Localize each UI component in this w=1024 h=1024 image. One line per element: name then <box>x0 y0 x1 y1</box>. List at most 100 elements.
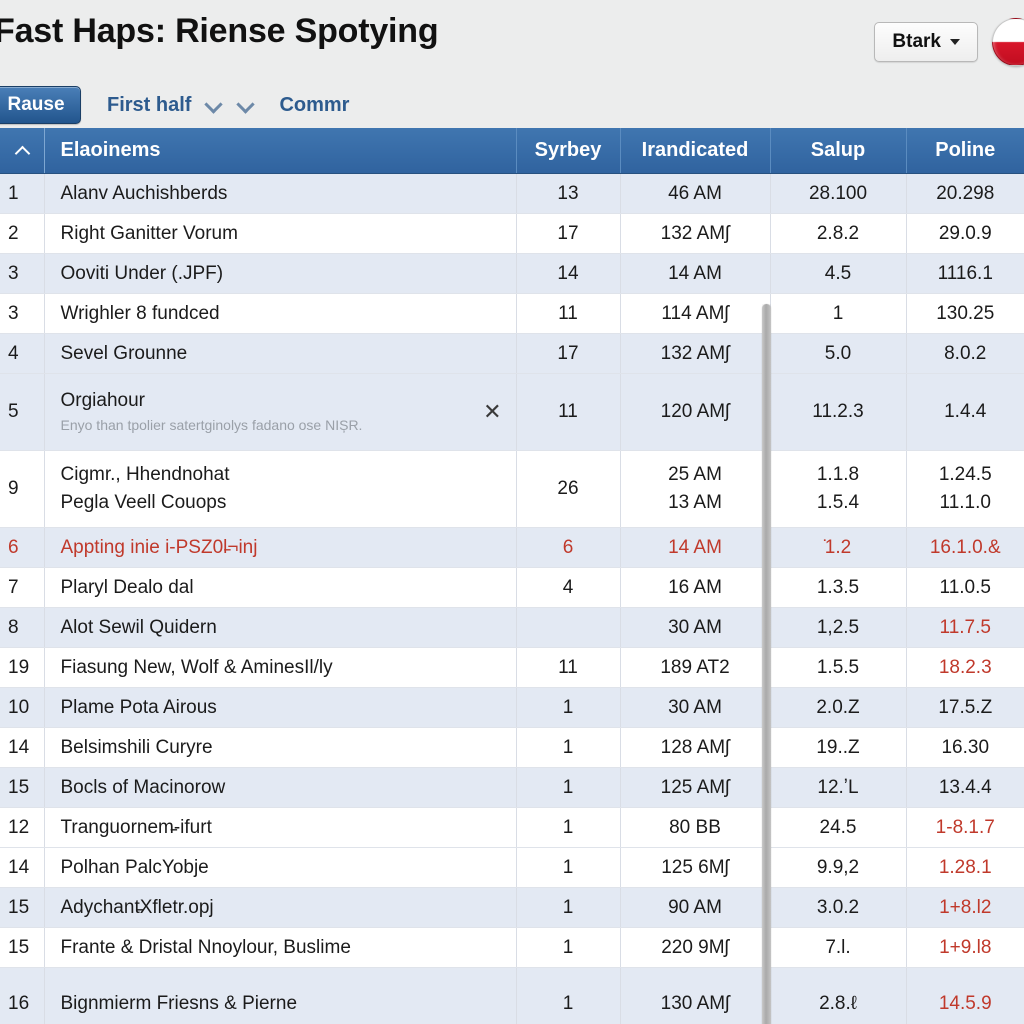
row-irandicated: 14 AM <box>620 527 771 568</box>
row-syrbey: 1 <box>516 687 621 728</box>
row-irandicated: 120 AMʃ <box>620 373 771 451</box>
row-name-cell[interactable]: Fiasung New, Wolf & AminesIl/ly <box>44 647 517 688</box>
row-irandicated: 132 AMʃ <box>620 213 771 254</box>
row-name: Appting inie i-PSZ0l̵¬inj <box>60 536 258 558</box>
row-irandicated: 30 AM <box>620 687 771 728</box>
row-poline: 130.25 <box>906 293 1024 334</box>
row-name-cell[interactable]: Appting inie i-PSZ0l̵¬inj <box>44 527 517 568</box>
column-header-syrbey[interactable]: Syrbey <box>516 128 621 174</box>
row-poline: 29.0.9 <box>906 213 1024 254</box>
close-icon[interactable]: ✕ <box>483 401 501 423</box>
account-dropdown-button[interactable]: Btark <box>874 22 978 62</box>
row-poline: 1.4.4 <box>906 373 1024 451</box>
column-header-sort[interactable] <box>0 128 45 174</box>
column-header-poline[interactable]: Poline <box>906 128 1024 174</box>
table-row[interactable]: 12 Tranguornem̵-ifurt 1 80 BB 24.5 1-8.1.7 <box>0 807 1024 848</box>
row-irandicated: 128 AMʃ <box>620 727 771 768</box>
row-salup: ̇1.2 <box>770 527 907 568</box>
row-index: 19 <box>0 647 45 688</box>
row-name-cell[interactable]: Plaryl Dealo dal <box>44 567 517 608</box>
table-row[interactable]: 5 Orgiahour Enyo than tpolier satertginoly… <box>0 373 1024 451</box>
table-row[interactable]: 15 Frante & Dristal Nnoylour, Buslime 1 220… <box>0 927 1024 968</box>
row-syrbey: 14 <box>516 253 621 294</box>
toolbar: Rause First half Commr <box>0 82 1024 128</box>
row-salup: 1.3.5 <box>770 567 907 608</box>
row-syrbey: 1 <box>516 847 621 888</box>
row-poline: 1116.1 <box>906 253 1024 294</box>
row-syrbey: 13 <box>516 173 621 214</box>
row-name-cell[interactable]: Tranguornem̵-ifurt <box>44 807 517 848</box>
commr-link[interactable]: Commr <box>279 94 349 117</box>
half-selector[interactable]: First half <box>107 94 191 117</box>
table-row[interactable]: 2 Right Ganitter Vorum 17 132 AMʃ 2.8.2 29.0.… <box>0 213 1024 254</box>
table-row[interactable]: 15 Adychant̵Xfletr.opj 1 90 AM 3.0.2 1+8.l2 <box>0 887 1024 928</box>
row-syrbey: 17 <box>516 213 621 254</box>
row-index: 16 <box>0 967 45 1024</box>
row-name: Frante & Dristal Nnoylour, Buslime <box>60 936 351 958</box>
row-name-cell[interactable]: Cigmr., Hhendnohat Pegla Veell Couops <box>44 450 517 528</box>
row-index: 12 <box>0 807 45 848</box>
table-row[interactable]: 3 Ooviti Under (.JPF) 14 14 AM 4.5 1116.1 <box>0 253 1024 294</box>
row-irandicated: 130 AMʃ <box>620 967 771 1024</box>
column-header-irandicated[interactable]: Irandicated <box>620 128 771 174</box>
row-name-cell[interactable]: Belsimshili Curyre <box>44 727 517 768</box>
row-irandicated: 25 AM 13 AM <box>620 450 771 528</box>
row-poline: 17.5.Z <box>906 687 1024 728</box>
row-name-cell[interactable]: Right Ganitter Vorum <box>44 213 517 254</box>
row-name-cell[interactable]: Plame Pota Airous <box>44 687 517 728</box>
row-irandicated: 14 AM <box>620 253 771 294</box>
row-name-cell[interactable]: Adychant̵Xfletr.opj <box>44 887 517 928</box>
poland-flag-icon[interactable] <box>992 18 1024 66</box>
header-actions: Btark <box>874 18 1024 66</box>
row-irandicated: 132 AMʃ <box>620 333 771 374</box>
table-row[interactable]: 9 Cigmr., Hhendnohat Pegla Veell Couops 26 2… <box>0 450 1024 528</box>
table-row[interactable]: 10 Plame Pota Airous 1 30 AM 2.0.Z 17.5.Z <box>0 687 1024 728</box>
table-row[interactable]: 6 Appting inie i-PSZ0l̵¬inj 6 14 AṀ1.2 16.1… <box>0 527 1024 568</box>
row-salup: 3.0.2 <box>770 887 907 928</box>
table-row[interactable]: 3 Wrighler 8 fundced 11 114 AMʃ 1 130.25 <box>0 293 1024 334</box>
table-row[interactable]: 16 Bignmierm Friesns & Pierne 1 130 AMʃ 2.8.… <box>0 967 1024 1024</box>
row-irandicated-line-1: 25 AM <box>668 463 722 485</box>
row-name: Orgiahour <box>60 390 146 412</box>
row-name-cell[interactable]: Polhan PalcYobje <box>44 847 517 888</box>
row-index: 15 <box>0 767 45 808</box>
row-poline: 1-8.1.7 <box>906 807 1024 848</box>
table-row[interactable]: 15 Bocls of Macinorow 1 125 AMʃ 12.ʼL 13.4.4 <box>0 767 1024 808</box>
data-table-container: Elaoinems Syrbey Irandicated Salup Polin… <box>0 128 1024 1024</box>
caret-down-icon <box>950 39 960 45</box>
column-header-salup[interactable]: Salup <box>770 128 907 174</box>
row-name-cell[interactable]: Frante & Dristal Nnoylour, Buslime <box>44 927 517 968</box>
table-row[interactable]: 7 Plaryl Dealo dal 4 16 AM 1.3.5 11.0.5 <box>0 567 1024 608</box>
chevron-down-icon-secondary[interactable] <box>237 96 255 114</box>
row-name-cell[interactable]: Ooviti Under (.JPF) <box>44 253 517 294</box>
table-row[interactable]: 19 Fiasung New, Wolf & AminesIl/ly 11 189 A… <box>0 647 1024 688</box>
row-salup: 19..Z <box>770 727 907 768</box>
row-name-cell[interactable]: Orgiahour Enyo than tpolier satertginolys… <box>44 373 517 451</box>
row-name-cell[interactable]: Bocls of Macinorow <box>44 767 517 808</box>
row-name-cell[interactable]: Wrighler 8 fundced <box>44 293 517 334</box>
row-name-cell[interactable]: Sevel Grounne <box>44 333 517 374</box>
row-name-cell[interactable]: Alanv Auchishberds <box>44 173 517 214</box>
row-index: 6 <box>0 527 45 568</box>
chevron-down-icon[interactable] <box>205 96 223 114</box>
row-name-cell[interactable]: Bignmierm Friesns & Pierne <box>44 967 517 1024</box>
table-row[interactable]: 8 Alot Sewil Quidern 30 AM 1,2.5 11.7.5 <box>0 607 1024 648</box>
row-irandicated: 114 AMʃ <box>620 293 771 334</box>
table-row[interactable]: 14 Polhan PalcYobje 1 125 6Mʃ 9.9,2 1.28.1 <box>0 847 1024 888</box>
column-header-elaoinems[interactable]: Elaoinems <box>44 128 517 174</box>
app-window: Fast Haps: Riense Spotying Btark Rause F… <box>0 0 1024 1024</box>
row-name-cell[interactable]: Alot Sewil Quidern <box>44 607 517 648</box>
row-salup: 11.2.3 <box>770 373 907 451</box>
row-name: Plaryl Dealo dal <box>60 576 194 598</box>
table-row[interactable]: 1 Alanv Auchishberds 13 46 AM 28.100 20.298 <box>0 173 1024 214</box>
row-syrbey: 4 <box>516 567 621 608</box>
row-syrbey: 1 <box>516 967 621 1024</box>
row-poline: 16.1.0.& <box>906 527 1024 568</box>
row-poline: 1.24.5 11.1.0 <box>906 450 1024 528</box>
row-salup: 12.ʼL <box>770 767 907 808</box>
pause-button[interactable]: Rause <box>0 86 81 124</box>
table-header-row: Elaoinems Syrbey Irandicated Salup Polin… <box>0 128 1024 174</box>
table-row[interactable]: 14 Belsimshili Curyre 1 128 AMʃ 19..Z 16.30 <box>0 727 1024 768</box>
row-name-secondary: Pegla Veell Couops <box>60 492 227 513</box>
table-row[interactable]: 4 Sevel Grounne 17 132 AMʃ 5.0 8.0.2 <box>0 333 1024 374</box>
